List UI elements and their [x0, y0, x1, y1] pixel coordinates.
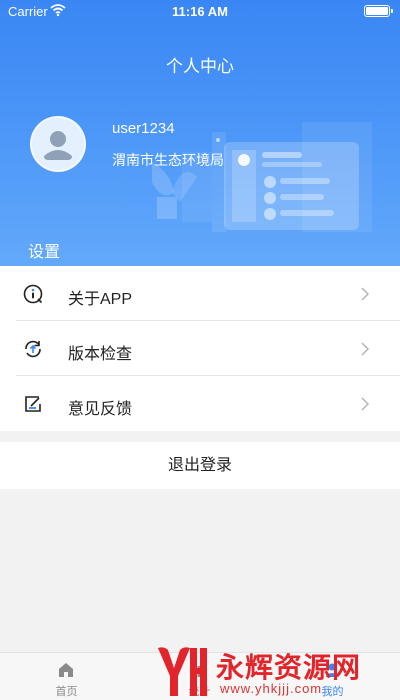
watermark-url: www.yhkjjj.com — [220, 681, 323, 696]
settings-section-title: 设置 — [28, 244, 61, 261]
battery-icon — [364, 5, 393, 17]
office-illustration — [152, 122, 372, 232]
menu-item-about[interactable]: 关于APP — [0, 266, 400, 321]
status-time: 11:16 AM — [172, 4, 228, 19]
logout-button[interactable]: 退出登录 — [0, 442, 400, 489]
organization-name: 渭南市生态环境局 — [112, 152, 224, 168]
watermark-title: 永辉资源网 — [216, 652, 362, 683]
status-bar: Carrier 11:16 AM — [0, 0, 400, 22]
home-icon — [59, 663, 73, 677]
profile-header: Carrier 11:16 AM 个人中心 user1234 渭南市生态环境局 … — [0, 0, 400, 266]
avatar[interactable] — [30, 116, 86, 172]
tab-home[interactable]: 首页 — [0, 653, 133, 700]
chevron-right-icon — [361, 397, 370, 411]
menu-item-label: 意见反馈 — [68, 401, 133, 418]
user-avatar-icon — [44, 131, 72, 160]
menu-item-feedback[interactable]: 意见反馈 — [0, 376, 400, 431]
menu-item-version-check[interactable]: 版本检查 — [0, 321, 400, 376]
info-icon — [23, 284, 43, 304]
tab-label: 首页 — [55, 686, 78, 698]
page-title: 个人中心 — [166, 57, 234, 76]
watermark: 永辉资源网 www.yhkjjj.com — [150, 642, 400, 700]
chevron-right-icon — [361, 342, 370, 356]
chevron-right-icon — [361, 287, 370, 301]
menu-item-label: 版本检查 — [68, 346, 133, 363]
update-icon — [25, 340, 41, 358]
feedback-icon — [25, 396, 41, 412]
username: user1234 — [112, 120, 175, 137]
watermark-logo — [158, 647, 207, 696]
menu-item-label: 关于APP — [68, 291, 133, 308]
settings-menu: 关于APP 版本检查 意见反馈 — [0, 266, 400, 431]
